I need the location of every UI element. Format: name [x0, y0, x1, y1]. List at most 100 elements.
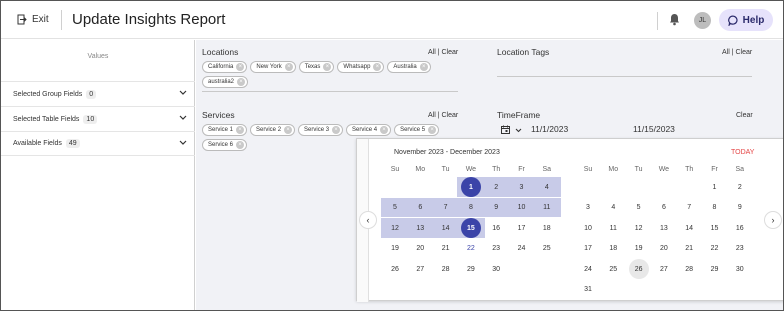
service-chip[interactable]: Service 5 ×	[394, 124, 440, 136]
calendar-day[interactable]: 4	[601, 198, 625, 218]
available-fields-row[interactable]: Available Fields 49	[1, 131, 195, 156]
calendar-day[interactable]: 15	[703, 218, 727, 238]
exit-button[interactable]: Exit	[17, 14, 49, 25]
services-all-clear[interactable]: All | Clear	[428, 112, 458, 119]
calendar-day[interactable]: 6	[408, 198, 432, 218]
close-icon[interactable]: ×	[236, 63, 245, 71]
service-chip[interactable]: Service 3 ×	[298, 124, 344, 136]
calendar-day[interactable]: 24	[510, 239, 534, 259]
calendar-day[interactable]: 14	[434, 218, 458, 238]
calendar-day[interactable]: 9	[728, 198, 752, 218]
location-chip[interactable]: australia2 ×	[202, 76, 249, 88]
calendar-day[interactable]: 23	[728, 239, 752, 259]
close-icon[interactable]: ×	[373, 63, 382, 71]
chevron-down-icon[interactable]	[515, 128, 522, 133]
calendar-day[interactable]: 30	[484, 259, 508, 279]
calendar-day[interactable]: 10	[510, 198, 534, 218]
location-tags-all-clear[interactable]: All | Clear	[722, 49, 752, 56]
calendar-day[interactable]: 26	[627, 259, 651, 279]
close-icon[interactable]: ×	[237, 78, 246, 86]
calendar-day[interactable]: 16	[728, 218, 752, 238]
calendar-day[interactable]: 9	[484, 198, 508, 218]
calendar-day[interactable]: 25	[535, 239, 559, 259]
calendar-day[interactable]: 29	[459, 259, 483, 279]
chevron-down-icon[interactable]	[179, 140, 187, 146]
calendar-day[interactable]: 26	[383, 259, 407, 279]
selected-group-fields-row[interactable]: Selected Group Fields 0	[1, 81, 195, 106]
calendar-day[interactable]: 7	[434, 198, 458, 218]
prev-month-button[interactable]: ‹	[359, 211, 377, 229]
calendar-day[interactable]: 27	[652, 259, 676, 279]
close-icon[interactable]: ×	[284, 126, 293, 134]
calendar-day[interactable]: 5	[627, 198, 651, 218]
calendar-day[interactable]: 2	[484, 177, 508, 197]
calendar-day[interactable]: 6	[652, 198, 676, 218]
next-month-button[interactable]: ›	[764, 211, 782, 229]
calendar-day[interactable]: 21	[677, 239, 701, 259]
close-icon[interactable]: ×	[332, 126, 341, 134]
close-icon[interactable]: ×	[236, 141, 245, 149]
avatar[interactable]: JL	[694, 12, 711, 29]
calendar-day[interactable]: 11	[601, 218, 625, 238]
service-chip[interactable]: Service 6 ×	[202, 139, 248, 151]
calendar-day[interactable]: 30	[728, 259, 752, 279]
calendar-day[interactable]: 19	[627, 239, 651, 259]
location-chip[interactable]: Whatsapp ×	[337, 61, 385, 73]
chevron-down-icon[interactable]	[179, 90, 187, 96]
calendar-day[interactable]: 3	[510, 177, 534, 197]
timeframe-clear[interactable]: Clear	[736, 112, 753, 119]
calendar-day[interactable]: 15	[459, 218, 483, 238]
calendar-day[interactable]: 12	[627, 218, 651, 238]
calendar-day[interactable]: 20	[652, 239, 676, 259]
calendar-day[interactable]: 18	[535, 218, 559, 238]
calendar-day[interactable]: 20	[408, 239, 432, 259]
calendar-day[interactable]: 23	[484, 239, 508, 259]
calendar-day[interactable]: 19	[383, 239, 407, 259]
calendar-day[interactable]: 17	[576, 239, 600, 259]
chevron-down-icon[interactable]	[179, 115, 187, 121]
calendar-day[interactable]: 25	[601, 259, 625, 279]
location-chip[interactable]: New York ×	[250, 61, 296, 73]
location-tags-input[interactable]	[497, 76, 752, 77]
calendar-day[interactable]: 31	[576, 280, 600, 300]
calendar-day[interactable]: 4	[535, 177, 559, 197]
help-button[interactable]: Help	[719, 9, 773, 31]
calendar-day[interactable]: 17	[510, 218, 534, 238]
service-chip[interactable]: Service 4 ×	[346, 124, 392, 136]
bell-icon[interactable]	[669, 13, 680, 31]
end-date-field[interactable]: 11/15/2023	[633, 124, 675, 134]
calendar-icon[interactable]	[501, 125, 510, 134]
calendar-day[interactable]: 14	[677, 218, 701, 238]
calendar-day[interactable]: 8	[459, 198, 483, 218]
calendar-day[interactable]: 13	[408, 218, 432, 238]
location-chip[interactable]: Texas ×	[298, 61, 335, 73]
calendar-day[interactable]: 13	[652, 218, 676, 238]
calendar-day[interactable]: 7	[677, 198, 701, 218]
calendar-day[interactable]: 24	[576, 259, 600, 279]
calendar-day[interactable]: 3	[576, 198, 600, 218]
close-icon[interactable]: ×	[428, 126, 437, 134]
calendar-day[interactable]: 28	[677, 259, 701, 279]
location-chip[interactable]: Australia ×	[387, 61, 431, 73]
calendar-day[interactable]: 5	[383, 198, 407, 218]
calendar-day[interactable]: 16	[484, 218, 508, 238]
calendar-day[interactable]: 29	[703, 259, 727, 279]
calendar-day[interactable]: 8	[703, 198, 727, 218]
close-icon[interactable]: ×	[323, 63, 332, 71]
calendar-day[interactable]: 18	[601, 239, 625, 259]
calendar-day[interactable]: 22	[459, 239, 483, 259]
start-date-field[interactable]: 11/1/2023	[531, 124, 568, 134]
calendar-day[interactable]: 2	[728, 177, 752, 197]
locations-all-clear[interactable]: All | Clear	[428, 49, 458, 56]
today-button[interactable]: TODAY	[731, 149, 754, 156]
calendar-day[interactable]: 11	[535, 198, 559, 218]
calendar-day[interactable]: 22	[703, 239, 727, 259]
close-icon[interactable]: ×	[380, 126, 389, 134]
calendar-day[interactable]: 27	[408, 259, 432, 279]
selected-table-fields-row[interactable]: Selected Table Fields 10	[1, 106, 195, 131]
close-icon[interactable]: ×	[236, 126, 245, 134]
service-chip[interactable]: Service 2 ×	[250, 124, 296, 136]
calendar-day[interactable]: 1	[459, 177, 483, 197]
close-icon[interactable]: ×	[284, 63, 293, 71]
service-chip[interactable]: Service 1 ×	[202, 124, 248, 136]
